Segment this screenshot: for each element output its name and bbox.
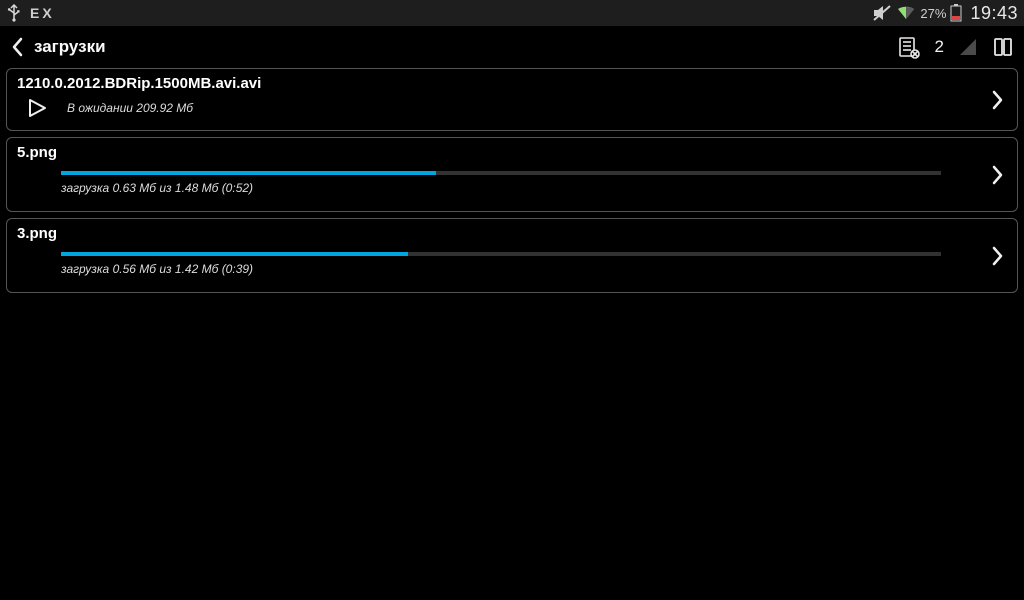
chevron-left-icon <box>10 36 24 58</box>
status-left-cluster: EX <box>6 4 55 22</box>
chevron-right-icon <box>991 89 1005 111</box>
status-right-cluster: 27% 19:43 <box>872 3 1018 24</box>
status-clock: 19:43 <box>970 3 1018 24</box>
status-app-label: EX <box>30 5 55 21</box>
progress-bar: загрузка 0.56 Мб из 1.42 Мб (0:39) <box>61 252 941 276</box>
resume-button[interactable] <box>25 96 49 120</box>
app-header: загрузки 2 <box>0 26 1024 68</box>
battery-icon <box>950 4 962 22</box>
mute-icon <box>872 4 892 22</box>
chevron-right-icon <box>991 245 1005 267</box>
download-filename: 5.png <box>17 144 1007 161</box>
android-status-bar: EX 27% 19:43 <box>0 0 1024 26</box>
progress-fill <box>61 171 436 175</box>
columns-button[interactable] <box>992 36 1014 58</box>
downloads-list: 1210.0.2012.BDRip.1500MB.avi.avi В ожида… <box>0 68 1024 293</box>
page-title: загрузки <box>34 37 106 57</box>
progress-fill <box>61 252 408 256</box>
download-status: загрузка 0.56 Мб из 1.42 Мб (0:39) <box>61 262 941 276</box>
queue-list-button[interactable] <box>897 35 921 59</box>
battery-percent: 27% <box>920 6 946 21</box>
download-status: В ожидании 209.92 Мб <box>67 101 193 115</box>
queue-count: 2 <box>935 37 944 57</box>
wifi-icon <box>896 5 916 21</box>
download-item[interactable]: 1210.0.2012.BDRip.1500MB.avi.avi В ожида… <box>6 68 1018 131</box>
download-filename: 1210.0.2012.BDRip.1500MB.avi.avi <box>17 75 1007 92</box>
download-status: загрузка 0.63 Мб из 1.48 Мб (0:52) <box>61 181 941 195</box>
header-right-cluster: 2 <box>897 35 1014 59</box>
download-item[interactable]: 5.png загрузка 0.63 Мб из 1.48 Мб (0:52) <box>6 137 1018 212</box>
back-button[interactable]: загрузки <box>10 36 106 58</box>
progress-bar: загрузка 0.63 Мб из 1.48 Мб (0:52) <box>61 171 941 195</box>
download-filename: 3.png <box>17 225 1007 242</box>
signal-icon <box>958 37 978 57</box>
download-item[interactable]: 3.png загрузка 0.56 Мб из 1.42 Мб (0:39) <box>6 218 1018 293</box>
usb-icon <box>6 4 22 22</box>
chevron-right-icon <box>991 164 1005 186</box>
